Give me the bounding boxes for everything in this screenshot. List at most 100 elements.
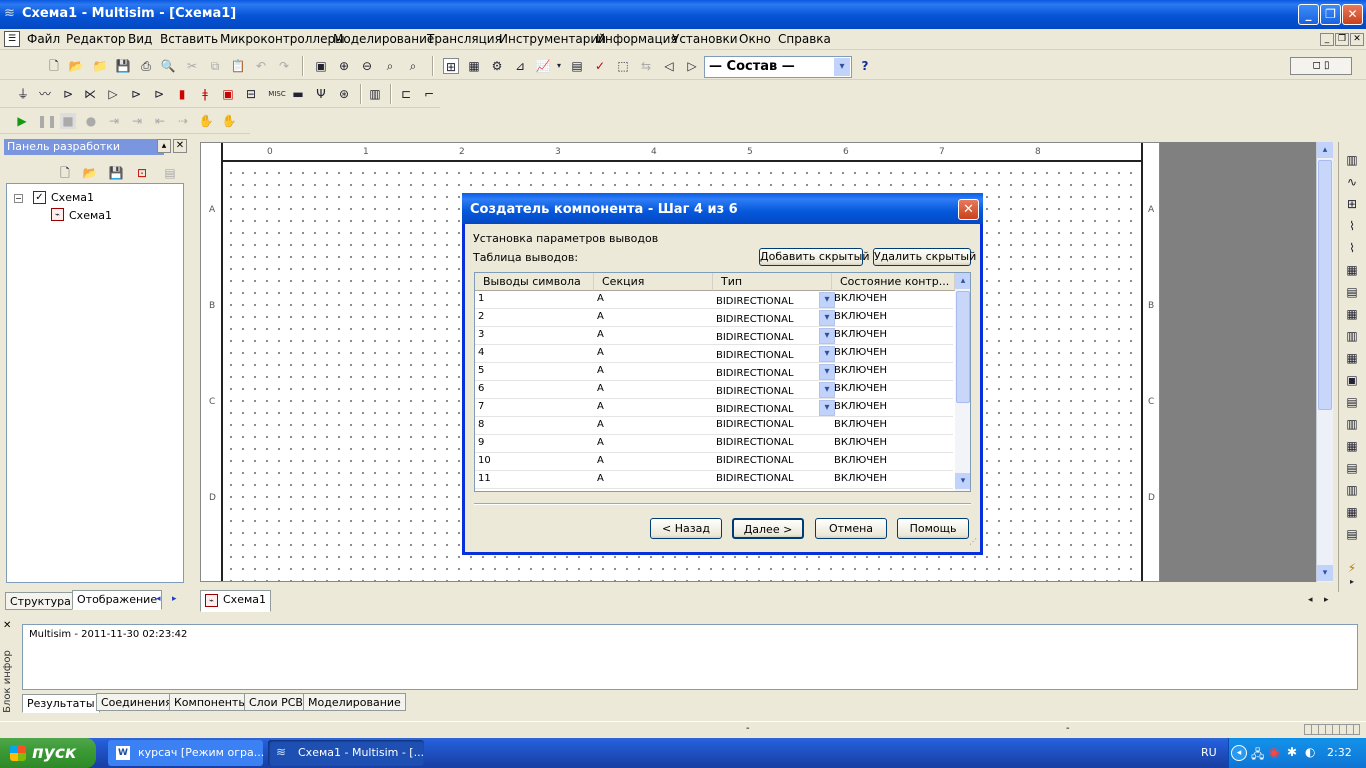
cell-pin[interactable]: 1 [478, 293, 484, 304]
cell-state[interactable]: ВКЛЮЧЕН [834, 419, 887, 430]
diode-icon[interactable]: ⊳ [60, 86, 76, 102]
cell-section[interactable]: A [597, 365, 604, 376]
mdi-close-button[interactable]: ✕ [1350, 33, 1364, 46]
cell-section[interactable]: A [597, 419, 604, 430]
function-generator-icon[interactable]: ∿ [1344, 174, 1360, 190]
region-select-icon[interactable]: ⬚ [615, 58, 631, 74]
open-page-icon[interactable]: 📂 [82, 165, 98, 181]
scroll-up-icon[interactable]: ▴ [955, 273, 970, 289]
menu-file[interactable]: Файл [27, 32, 60, 46]
language-indicator[interactable]: RU [1201, 746, 1217, 759]
table-row[interactable]: 5 A BIDIRECTIONAL ВКЛЮЧЕН ▾ [475, 363, 953, 381]
cell-pin[interactable]: 2 [478, 311, 484, 322]
print-preview-icon[interactable]: 🔍 [160, 58, 176, 74]
agilent-generator-icon[interactable]: ▤ [1344, 460, 1360, 476]
oscilloscope-icon[interactable]: ⌇ [1344, 218, 1360, 234]
cell-state[interactable]: ВКЛЮЧЕН [834, 401, 887, 412]
tab-hierarchy[interactable]: Структура [5, 592, 76, 610]
chevron-down-icon[interactable]: ▾ [819, 292, 835, 308]
cmos-icon[interactable]: ⊳ [151, 86, 167, 102]
table-row[interactable]: 1 A BIDIRECTIONAL ВКЛЮЧЕН ▾ [475, 291, 953, 309]
mdi-minimize-button[interactable]: _ [1320, 33, 1334, 46]
help-icon[interactable]: ? [857, 58, 873, 74]
tab-visibility[interactable]: Отображение [72, 590, 163, 610]
save-page-icon[interactable]: 💾 [108, 165, 124, 181]
cell-type[interactable]: BIDIRECTIONAL [716, 368, 794, 379]
run-to-cursor-icon[interactable]: ⇢ [175, 113, 191, 129]
chevron-left-icon[interactable]: ◂ [1308, 595, 1313, 605]
open-sample-icon[interactable]: 📁 [92, 58, 108, 74]
hierarchical-block-icon[interactable]: ⊏ [398, 86, 414, 102]
tree-item-root[interactable]: Схема1 [51, 191, 94, 204]
cell-type[interactable]: BIDIRECTIONAL [716, 386, 794, 397]
advanced-peripherals-icon[interactable]: ▬ [290, 86, 306, 102]
table-row[interactable]: 4 A BIDIRECTIONAL ВКЛЮЧЕН ▾ [475, 345, 953, 363]
menu-microcontrollers[interactable]: Микроконтроллеры [220, 32, 345, 46]
document-icon[interactable]: ☰ [4, 31, 20, 47]
column-header-section[interactable]: Секция [594, 273, 713, 291]
cell-state[interactable]: ВКЛЮЧЕН [834, 473, 887, 484]
start-button[interactable]: пуск [0, 738, 96, 768]
cell-pin[interactable]: 4 [478, 347, 484, 358]
zoom-in-icon[interactable]: ⊕ [336, 58, 352, 74]
cell-type[interactable]: BIDIRECTIONAL [716, 437, 794, 448]
mdi-restore-button[interactable]: ❐ [1335, 33, 1349, 46]
tab-nets[interactable]: Соединения [96, 693, 177, 711]
cut-icon[interactable]: ✂ [184, 58, 200, 74]
source-icon[interactable]: ⏚ [15, 86, 31, 102]
canvas-vertical-scrollbar[interactable]: ▴ ▾ [1316, 142, 1333, 582]
new-file-icon[interactable]: 🗋 [46, 58, 62, 74]
minimize-button[interactable]: _ [1298, 4, 1319, 25]
word-generator-icon[interactable]: ▦ [1344, 306, 1360, 322]
cell-pin[interactable]: 9 [478, 437, 484, 448]
cell-state[interactable]: ВКЛЮЧЕН [834, 329, 887, 340]
multimeter-icon[interactable]: ▥ [1344, 152, 1360, 168]
network-icon[interactable]: 🖧 [1251, 745, 1264, 766]
cell-pin[interactable]: 7 [478, 401, 484, 412]
chevron-down-icon[interactable]: ▾ [819, 364, 835, 380]
chevron-down-icon[interactable]: ▾ [819, 382, 835, 398]
paste-icon[interactable]: 📋 [230, 58, 246, 74]
close-page-icon[interactable]: ⊡ [134, 165, 150, 181]
cell-pin[interactable]: 6 [478, 383, 484, 394]
tab-schematic[interactable]: ⌁ Схема1 [200, 590, 271, 612]
breakpoint-icon[interactable]: ● [83, 113, 99, 129]
cell-section[interactable]: A [597, 455, 604, 466]
simulate-switch-icon[interactable]: ◻ ▯ [1290, 57, 1352, 75]
cell-type[interactable]: BIDIRECTIONAL [716, 455, 794, 466]
column-header-pin[interactable]: Выводы символа [475, 273, 594, 291]
table-row[interactable]: 9 A BIDIRECTIONAL ВКЛЮЧЕН [475, 435, 953, 453]
dialog-close-button[interactable]: ✕ [958, 199, 979, 220]
save-icon[interactable]: 💾 [115, 58, 131, 74]
analog-icon[interactable]: ▷ [105, 86, 121, 102]
logic-analyzer-icon[interactable]: ▥ [1344, 328, 1360, 344]
agilent-multimeter-icon[interactable]: ▥ [1344, 482, 1360, 498]
cell-state[interactable]: ВКЛЮЧЕН [834, 311, 887, 322]
output-close-button[interactable]: ✕ [3, 620, 11, 631]
panel-pin-button[interactable]: ▴ [157, 139, 171, 153]
zoom-out-icon[interactable]: ⊖ [359, 58, 375, 74]
cell-section[interactable]: A [597, 383, 604, 394]
resize-grip-icon[interactable]: ⋰ [969, 537, 977, 546]
cell-pin[interactable]: 11 [478, 473, 491, 484]
menu-reports[interactable]: Информация [596, 32, 678, 46]
cell-section[interactable]: A [597, 311, 604, 322]
chevron-down-icon[interactable]: ▾ [819, 400, 835, 416]
scroll-up-icon[interactable]: ▴ [1317, 142, 1333, 158]
chevron-right-icon[interactable]: ▸ [1344, 574, 1360, 590]
redo-icon[interactable]: ↷ [276, 58, 292, 74]
logic-converter-icon[interactable]: ▦ [1344, 350, 1360, 366]
copy-icon[interactable]: ⧉ [207, 58, 223, 74]
spectrum-analyzer-icon[interactable]: ▥ [1344, 416, 1360, 432]
undo-icon[interactable]: ↶ [253, 58, 269, 74]
step-out-icon[interactable]: ⇤ [152, 113, 168, 129]
cell-pin[interactable]: 8 [478, 419, 484, 430]
back-button[interactable]: < Назад [650, 518, 722, 539]
column-header-type[interactable]: Тип [713, 273, 832, 291]
distortion-analyzer-icon[interactable]: ▤ [1344, 394, 1360, 410]
cell-type[interactable]: BIDIRECTIONAL [716, 404, 794, 415]
mcu-icon[interactable]: ▥ [367, 86, 383, 102]
tab-pcb-layers[interactable]: Слои PCB [244, 693, 308, 711]
transistor-icon[interactable]: ⋉ [82, 86, 98, 102]
menu-options[interactable]: Установки [672, 32, 738, 46]
